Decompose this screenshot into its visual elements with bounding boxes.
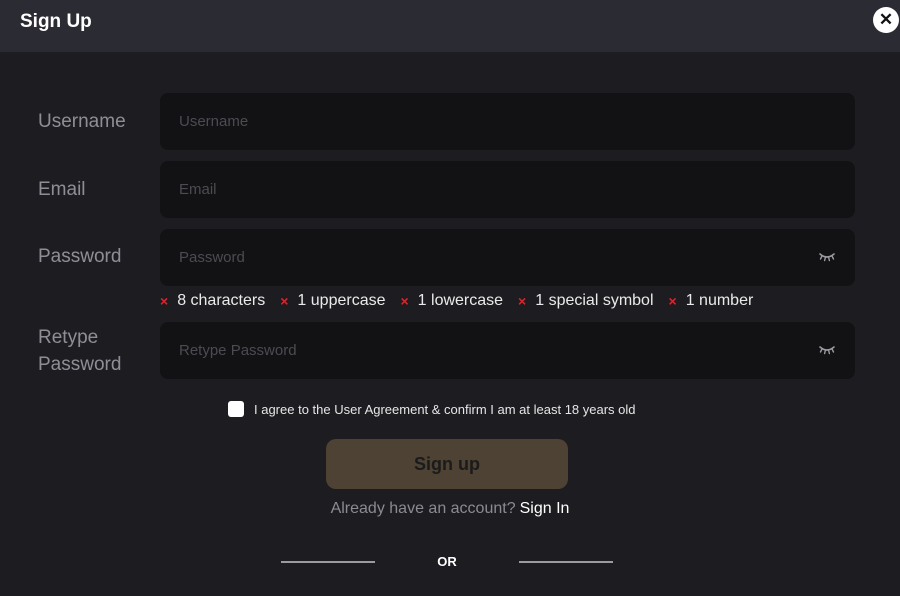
- or-separator: OR: [437, 554, 457, 569]
- agreement-row: I agree to the User Agreement & confirm …: [228, 399, 636, 419]
- retype-password-input[interactable]: [160, 322, 855, 379]
- password-input[interactable]: [160, 229, 855, 286]
- password-rule: × 1 lowercase: [400, 292, 503, 310]
- have-account-text: Already have an account?: [330, 500, 516, 517]
- retype-label-line2: Password: [38, 354, 122, 375]
- unmet-x-icon: ×: [280, 293, 289, 309]
- divider-right: [519, 561, 613, 563]
- password-field-container: [160, 229, 855, 286]
- email-input[interactable]: [160, 161, 855, 218]
- retype-password-label: Retype Password: [38, 324, 121, 378]
- password-rule: × 1 special symbol: [518, 292, 653, 310]
- unmet-x-icon: ×: [160, 293, 169, 309]
- close-icon: ✕: [878, 10, 894, 29]
- divider-left: [281, 561, 375, 563]
- sign-up-button[interactable]: Sign up: [326, 439, 568, 489]
- password-rule: × 8 characters: [160, 292, 265, 310]
- username-field-container: [160, 93, 855, 150]
- password-rule-label: 1 lowercase: [417, 292, 504, 309]
- unmet-x-icon: ×: [518, 293, 527, 309]
- password-label: Password: [38, 246, 122, 267]
- agreement-checkbox[interactable]: [228, 401, 244, 417]
- signin-prompt: Already have an account? Sign In: [0, 500, 900, 522]
- password-rule-label: 1 number: [685, 292, 754, 309]
- email-label: Email: [38, 179, 86, 200]
- password-requirements: × 8 characters × 1 uppercase × 1 lowerca…: [160, 290, 768, 312]
- password-rule-label: 1 uppercase: [297, 292, 386, 309]
- agreement-text: I agree to the User Agreement & confirm …: [254, 401, 636, 417]
- sign-in-link[interactable]: Sign In: [520, 500, 570, 517]
- password-rule-label: 1 special symbol: [535, 292, 654, 309]
- password-rule: × 1 uppercase: [280, 292, 385, 310]
- eye-closed-icon[interactable]: [819, 343, 835, 357]
- unmet-x-icon: ×: [668, 293, 677, 309]
- email-field-container: [160, 161, 855, 218]
- username-input[interactable]: [160, 93, 855, 150]
- modal-header: Sign Up ✕: [0, 0, 900, 52]
- unmet-x-icon: ×: [400, 293, 409, 309]
- retype-password-field-container: [160, 322, 855, 379]
- eye-closed-icon[interactable]: [819, 250, 835, 264]
- username-label: Username: [38, 111, 126, 132]
- password-rule: × 1 number: [669, 292, 754, 310]
- retype-label-line1: Retype: [38, 327, 99, 348]
- close-button[interactable]: ✕: [873, 7, 899, 33]
- modal-title: Sign Up: [20, 11, 92, 32]
- password-rule-label: 8 characters: [177, 292, 266, 309]
